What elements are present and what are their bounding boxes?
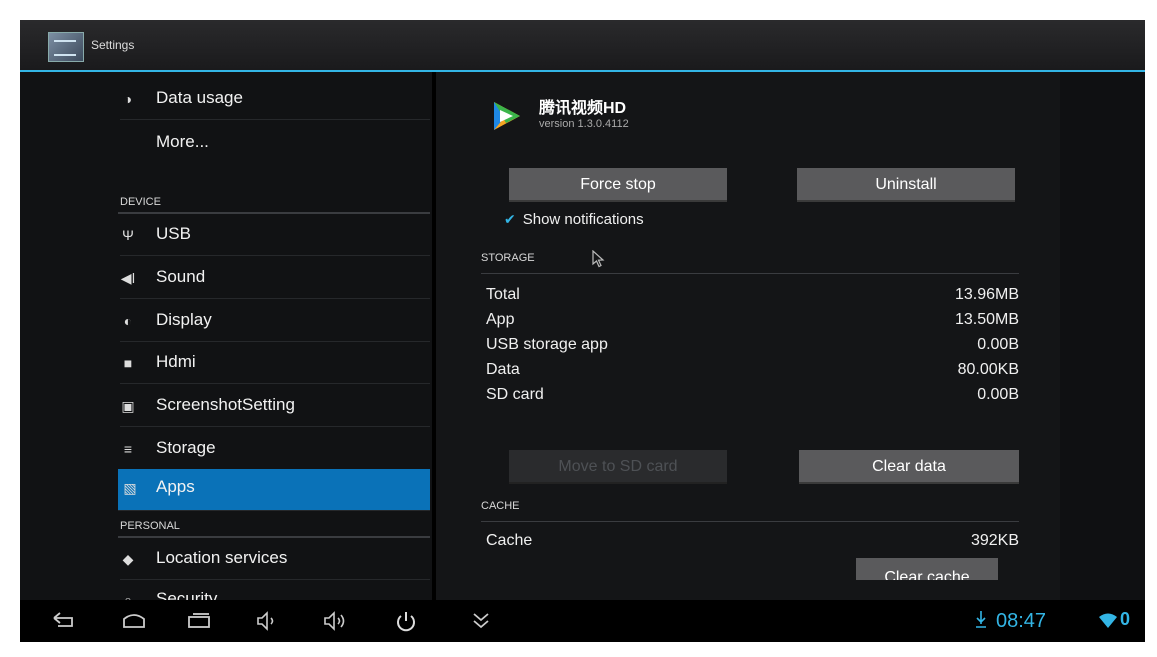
system-navigation-bar: 08:47 0 [20, 600, 1145, 642]
sidebar-item-data-usage[interactable]: ◑ Data usage [120, 80, 430, 120]
tablet-screen: Settings ◑ Data usage More... DEVICE Ψ U… [20, 20, 1145, 642]
storage-label: Total [486, 286, 520, 303]
mouse-cursor-icon [592, 250, 605, 268]
clear-cache-button-clip: Clear cache [856, 558, 998, 580]
clear-cache-button[interactable]: Clear cache [856, 558, 998, 580]
storage-label: Data [486, 361, 520, 378]
storage-row-sd-card: SD card 0.00B [486, 384, 1019, 408]
notification-count: 0 [1120, 609, 1131, 629]
force-stop-button[interactable]: Force stop [509, 168, 727, 202]
app-info-pane: 腾讯视频HD version 1.3.0.4112 Force stop Uni… [436, 72, 1136, 600]
hdmi-icon: ■ [123, 355, 133, 371]
right-margin-strip [1060, 72, 1145, 600]
sidebar-item-label: Storage [156, 438, 216, 457]
sidebar-item-screenshot-setting[interactable]: ▣ ScreenshotSetting [120, 387, 430, 427]
checkmark-icon: ✔ [504, 211, 516, 227]
page-title: Settings [91, 38, 135, 52]
storage-label: SD card [486, 386, 544, 403]
storage-row-total: Total 13.96MB [486, 284, 1019, 308]
tencent-video-logo-icon [494, 102, 520, 130]
storage-label: App [486, 311, 515, 328]
section-header-storage: STORAGE [481, 252, 1019, 274]
sidebar-item-apps[interactable]: ▧ Apps [118, 469, 430, 511]
data-usage-icon: ◑ [123, 91, 133, 107]
app-version: version 1.3.0.4112 [539, 118, 629, 130]
show-notifications-label: Show notifications [522, 211, 644, 228]
cache-value: 392KB [970, 532, 1019, 549]
storage-value: 13.96MB [954, 286, 1019, 303]
storage-value: 0.00B [977, 336, 1019, 353]
expand-down-icon[interactable] [467, 608, 495, 634]
action-bar: Settings [20, 20, 1145, 72]
sound-icon: ◀ǀ [120, 270, 136, 286]
usb-status-icon [976, 611, 986, 628]
cache-label: Cache [486, 532, 533, 549]
cache-row: Cache 392KB [486, 530, 1019, 554]
location-icon: ◆ [122, 551, 134, 567]
app-name: 腾讯视频HD [539, 100, 627, 117]
sidebar-item-label: Hdmi [156, 352, 196, 371]
section-header-personal: PERSONAL [118, 516, 430, 538]
sidebar-item-usb[interactable]: Ψ USB [120, 216, 430, 256]
sidebar-item-label: USB [156, 224, 191, 243]
sidebar-item-more[interactable]: More... [120, 124, 430, 164]
sidebar-item-label: Location services [156, 548, 288, 567]
sidebar-item-display[interactable]: ◐ Display [120, 302, 430, 342]
storage-value: 0.00B [977, 386, 1019, 403]
camera-icon: ▣ [121, 398, 135, 414]
clear-data-button[interactable]: Clear data [799, 450, 1019, 484]
storage-row-app: App 13.50MB [486, 309, 1019, 333]
sidebar-item-location-services[interactable]: ◆ Location services [120, 540, 430, 580]
sidebar-item-hdmi[interactable]: ■ Hdmi [120, 344, 430, 384]
wifi-icon [1099, 613, 1117, 628]
sidebar-item-label: Data usage [156, 88, 243, 107]
section-header-cache: CACHE [481, 500, 1019, 522]
volume-up-icon[interactable] [320, 608, 348, 634]
storage-value: 13.50MB [954, 311, 1019, 328]
storage-row-data: Data 80.00KB [486, 359, 1019, 383]
sidebar-item-label: Display [156, 310, 212, 329]
sidebar-item-label: Sound [156, 267, 206, 286]
sidebar-item-label: Apps [156, 477, 195, 496]
usb-icon: Ψ [122, 227, 134, 243]
apps-icon: ▧ [123, 480, 137, 496]
recent-apps-icon[interactable] [185, 608, 213, 634]
settings-sidebar: ◑ Data usage More... DEVICE Ψ USB ◀ǀ Sou… [20, 72, 432, 608]
section-header-device: DEVICE [118, 192, 430, 214]
storage-row-usb-storage-app: USB storage app 0.00B [486, 334, 1019, 358]
sidebar-item-label: More... [156, 132, 209, 151]
sidebar-item-storage[interactable]: ≡ Storage [120, 430, 430, 470]
sidebar-item-sound[interactable]: ◀ǀ Sound [120, 259, 430, 299]
move-to-sd-card-button[interactable]: Move to SD card [509, 450, 727, 484]
power-icon[interactable] [392, 608, 420, 634]
settings-app-icon[interactable] [48, 32, 84, 62]
storage-value: 80.00KB [957, 361, 1019, 378]
home-icon[interactable] [120, 608, 148, 634]
status-clock: 08:47 [996, 610, 1047, 632]
sidebar-item-label: ScreenshotSetting [156, 395, 295, 414]
storage-icon: ≡ [123, 441, 133, 457]
show-notifications-checkbox[interactable]: ✔ Show notifications [504, 211, 644, 228]
uninstall-button[interactable]: Uninstall [797, 168, 1015, 202]
back-icon[interactable] [50, 608, 78, 634]
volume-down-icon[interactable] [253, 608, 281, 634]
storage-label: USB storage app [486, 336, 608, 353]
display-icon: ◐ [123, 313, 133, 329]
